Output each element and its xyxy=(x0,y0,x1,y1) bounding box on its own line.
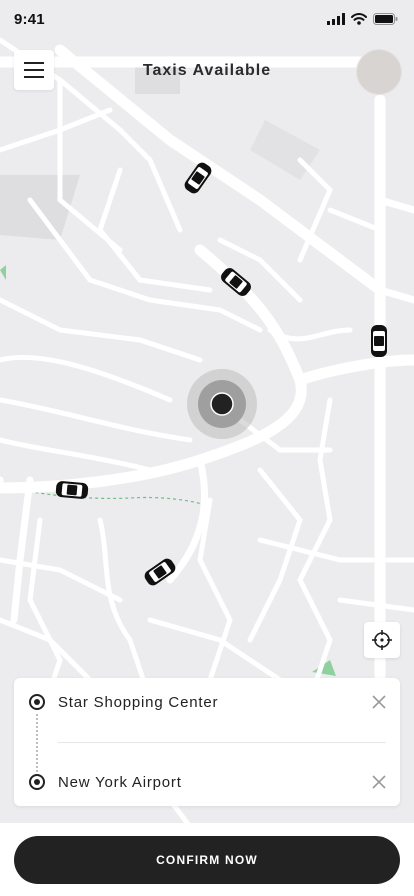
pickup-location[interactable]: Star Shopping Center xyxy=(58,694,218,711)
car-icon[interactable] xyxy=(54,472,90,508)
route-card: Star Shopping Center New York Airport xyxy=(14,678,400,806)
signal-icon xyxy=(327,13,345,25)
close-icon[interactable] xyxy=(370,773,388,791)
page-title: Taxis Available xyxy=(142,62,272,79)
pickup-row[interactable]: Star Shopping Center xyxy=(14,682,400,722)
crosshair-icon xyxy=(372,630,392,650)
car-icon[interactable] xyxy=(180,160,216,196)
car-icon[interactable] xyxy=(361,323,397,359)
divider xyxy=(58,742,386,743)
car-icon[interactable] xyxy=(142,554,178,590)
close-icon[interactable] xyxy=(370,693,388,711)
status-time: 9:41 xyxy=(14,10,45,28)
car-icon[interactable] xyxy=(218,264,254,300)
locate-me-button[interactable] xyxy=(364,622,400,658)
battery-icon xyxy=(373,13,398,25)
wifi-icon xyxy=(351,13,367,25)
pickup-dot-icon xyxy=(29,694,45,710)
status-bar: 9:41 xyxy=(0,0,414,44)
confirm-button[interactable]: CONFIRM NOW xyxy=(14,836,400,884)
current-location-marker xyxy=(187,369,257,439)
destination-dot-icon xyxy=(29,774,45,790)
destination-row[interactable]: New York Airport xyxy=(14,762,400,802)
app-screen: 9:41 Taxis Available Star Shopping Cente… xyxy=(0,0,414,896)
status-icons xyxy=(327,13,398,25)
avatar[interactable] xyxy=(356,49,402,95)
destination-location[interactable]: New York Airport xyxy=(58,774,182,791)
